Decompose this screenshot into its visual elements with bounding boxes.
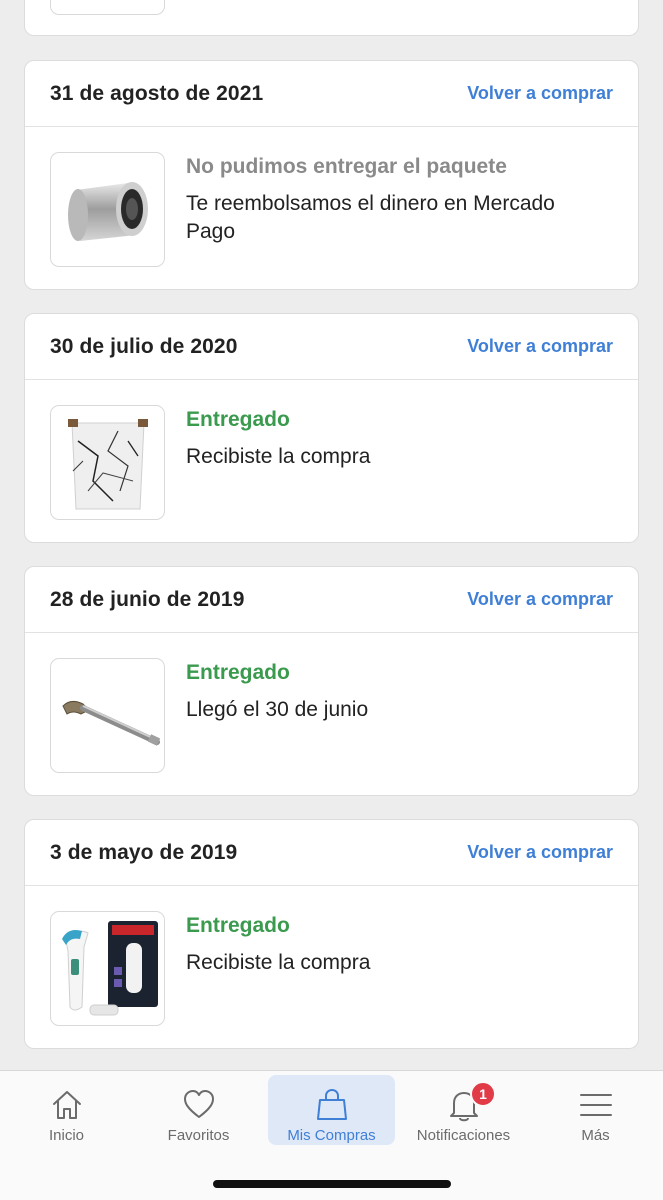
order-card[interactable]: 31 de agosto de 2021 Volver a comprar No… <box>24 60 639 290</box>
order-status: Entregado <box>186 661 290 684</box>
order-status: Entregado <box>186 914 290 937</box>
order-card[interactable]: 30 de julio de 2020 Volver a comprar Ent… <box>24 313 639 543</box>
buy-again-link[interactable]: Volver a comprar <box>467 589 613 610</box>
order-header: 30 de julio de 2020 Volver a comprar <box>25 314 638 380</box>
order-date: 31 de agosto de 2021 <box>50 81 264 105</box>
tab-label: Favoritos <box>167 1127 230 1144</box>
tab-label: Notificaciones <box>416 1127 511 1144</box>
home-icon <box>52 1091 81 1119</box>
tab-label: Inicio <box>48 1127 85 1144</box>
shopping-bag-icon <box>316 1088 347 1120</box>
order-description: Recibiste la compra <box>186 951 371 974</box>
order-card[interactable]: 3 de mayo de 2019 Volver a comprar Entre… <box>24 819 639 1049</box>
home-indicator[interactable] <box>213 1180 451 1188</box>
tab-label: Más <box>581 1127 610 1144</box>
notification-badge: 1 <box>470 1081 496 1107</box>
order-header: 3 de mayo de 2019 Volver a comprar <box>25 820 638 886</box>
order-card-partial[interactable] <box>24 0 639 36</box>
tab-mis-compras[interactable]: Mis Compras <box>268 1075 395 1145</box>
marble-basket-image[interactable] <box>50 405 165 520</box>
order-status: No pudimos entregar el paquete <box>186 155 507 178</box>
order-status: Entregado <box>186 408 290 431</box>
purchases-list[interactable]: 31 de agosto de 2021 Volver a comprar No… <box>0 0 663 1070</box>
tab-favoritos[interactable]: Favoritos <box>135 1075 262 1145</box>
tab-inicio[interactable]: Inicio <box>3 1075 130 1145</box>
buy-again-link[interactable]: Volver a comprar <box>467 83 613 104</box>
metal-rod-image[interactable] <box>50 658 165 773</box>
order-date: 30 de julio de 2020 <box>50 334 238 358</box>
bearing-image[interactable] <box>50 152 165 267</box>
order-description: Recibiste la compra <box>186 445 371 468</box>
order-header: 28 de junio de 2019 Volver a comprar <box>25 567 638 633</box>
order-date: 3 de mayo de 2019 <box>50 840 238 864</box>
buy-again-link[interactable]: Volver a comprar <box>467 842 613 863</box>
tab-label: Mis Compras <box>287 1127 376 1144</box>
order-header: 31 de agosto de 2021 Volver a comprar <box>25 61 638 127</box>
product-thumbnail-partial <box>50 0 165 15</box>
tab-notificaciones[interactable]: 1 Notificaciones <box>400 1075 527 1145</box>
heart-icon <box>183 1090 214 1118</box>
order-card[interactable]: 28 de junio de 2019 Volver a comprar Ent… <box>24 566 639 796</box>
order-description: Llegó el 30 de junio <box>186 698 369 721</box>
buy-again-link[interactable]: Volver a comprar <box>467 336 613 357</box>
tab-mas[interactable]: Más <box>532 1075 659 1145</box>
order-description: Te reembolsamos el dinero en Mercado Pag… <box>186 192 555 243</box>
order-date: 28 de junio de 2019 <box>50 587 245 611</box>
ear-thermometer-image[interactable] <box>50 911 165 1026</box>
menu-icon <box>579 1094 612 1116</box>
